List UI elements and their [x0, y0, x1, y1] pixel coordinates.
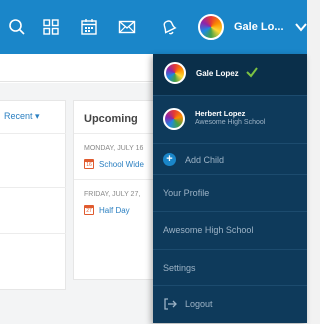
mail-icon[interactable] [114, 14, 140, 40]
other-user-avatar [163, 108, 185, 130]
top-navigation-bar: Gale Lo... [0, 0, 307, 54]
activity-card: Recent ▾ [0, 100, 66, 290]
event-date: MONDAY, JULY 16 [84, 145, 144, 152]
upcoming-title: Upcoming [84, 113, 138, 125]
user-avatar [198, 14, 224, 40]
logout-label: Logout [185, 299, 213, 309]
your-profile-item[interactable]: Your Profile [153, 175, 307, 212]
user-name: Gale Lo... [234, 21, 284, 33]
other-user-school: Awesome High School [195, 119, 266, 126]
school-label: Awesome High School [163, 225, 254, 235]
chevron-down-icon[interactable] [294, 20, 308, 34]
recent-filter-dropdown[interactable]: Recent ▾ [4, 111, 40, 122]
event-item[interactable]: 27 Half Day [84, 205, 130, 215]
bell-icon[interactable] [156, 14, 182, 40]
add-child-item[interactable]: + Add Child [153, 144, 307, 175]
settings-item[interactable]: Settings [153, 250, 307, 286]
add-child-label: Add Child [185, 155, 225, 165]
checkmark-icon [246, 67, 258, 78]
logout-item[interactable]: Logout [153, 286, 307, 323]
event-title: School Wide [99, 159, 144, 169]
search-icon[interactable] [4, 14, 30, 40]
current-user-avatar [164, 62, 186, 84]
your-profile-label: Your Profile [163, 188, 210, 198]
event-item[interactable]: 16 School Wide [84, 159, 144, 169]
current-user-item[interactable]: Gale Lopez [153, 54, 307, 96]
account-dropdown-menu: Gale Lopez Herbert Lopez Awesome High Sc… [153, 54, 307, 323]
user-menu-toggle[interactable]: Gale Lo... [198, 10, 308, 44]
upcoming-card: Upcoming MONDAY, JULY 16 16 School Wide … [73, 100, 163, 280]
event-date: FRIDAY, JULY 27, [84, 191, 141, 198]
grid-icon[interactable] [38, 14, 64, 40]
calendar-date-icon: 16 [84, 159, 94, 169]
calendar-icon[interactable] [76, 14, 102, 40]
calendar-date-icon: 27 [84, 205, 94, 215]
other-user-name: Herbert Lopez [195, 109, 246, 118]
plus-circle-icon: + [163, 153, 176, 166]
school-item[interactable]: Awesome High School [153, 212, 307, 250]
logout-icon [164, 298, 177, 310]
switch-user-item[interactable]: Herbert Lopez Awesome High School [153, 96, 307, 144]
current-user-name: Gale Lopez [196, 69, 239, 78]
settings-label: Settings [163, 263, 196, 273]
event-title: Half Day [99, 205, 130, 215]
